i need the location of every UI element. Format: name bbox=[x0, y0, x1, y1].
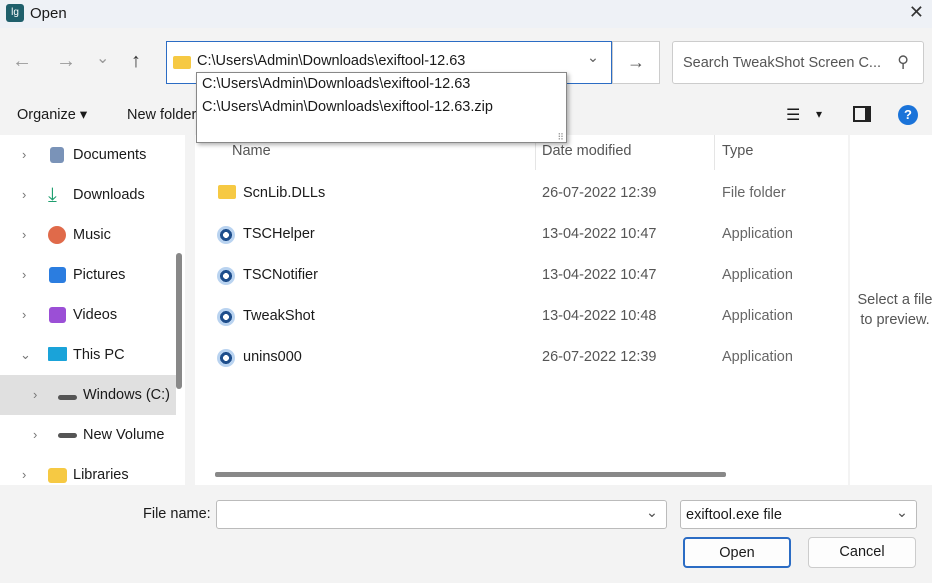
application-icon bbox=[217, 308, 235, 326]
file-row[interactable]: TweakShot 13-04-2022 10:48 Application bbox=[195, 308, 848, 349]
drive-icon bbox=[58, 433, 77, 438]
file-list: Name Date modified Type ScnLib.DLLs 26-07… bbox=[195, 135, 848, 485]
sidebar-item-videos[interactable]: › Videos bbox=[0, 295, 176, 335]
music-icon bbox=[48, 226, 66, 244]
window-title: Open bbox=[30, 5, 67, 22]
file-date: 13-04-2022 10:47 bbox=[542, 226, 657, 242]
file-type: Application bbox=[722, 349, 793, 365]
sidebar-item-pictures[interactable]: › Pictures bbox=[0, 255, 176, 295]
file-name-input[interactable]: ⌄ bbox=[216, 500, 667, 529]
sidebar-item-label: Windows (C:) bbox=[83, 387, 171, 403]
autocomplete-item[interactable]: C:\Users\Admin\Downloads\exiftool-12.63 bbox=[197, 73, 566, 96]
file-type: Application bbox=[722, 308, 793, 324]
folder-icon bbox=[173, 56, 191, 69]
file-date: 13-04-2022 10:47 bbox=[542, 267, 657, 283]
sidebar-item-music[interactable]: › Music bbox=[0, 215, 176, 255]
folder-icon bbox=[48, 468, 67, 483]
up-button[interactable]: ↑ bbox=[131, 50, 141, 73]
application-icon bbox=[217, 349, 235, 367]
sidebar-item-documents[interactable]: › Documents bbox=[0, 135, 176, 175]
file-name: TSCNotifier bbox=[243, 267, 318, 283]
help-icon[interactable]: ? bbox=[898, 105, 918, 125]
sidebar-item-new-volume[interactable]: › New Volume bbox=[0, 415, 176, 455]
downloads-icon: ⤓ bbox=[48, 184, 57, 206]
cancel-button[interactable]: Cancel bbox=[808, 537, 916, 568]
sidebar-item-label: Libraries bbox=[73, 467, 129, 483]
search-box[interactable]: Search TweakShot Screen C... ⚲ bbox=[672, 41, 924, 84]
folder-icon bbox=[218, 185, 236, 199]
search-input[interactable]: Search TweakShot Screen C... bbox=[683, 55, 881, 71]
drive-icon bbox=[58, 395, 77, 400]
computer-icon bbox=[48, 347, 67, 361]
pictures-icon bbox=[49, 267, 66, 283]
preview-pane: Select a file to preview. bbox=[850, 135, 932, 485]
preview-message: Select a file to preview. bbox=[857, 292, 932, 328]
new-folder-button[interactable]: New folder bbox=[127, 107, 197, 123]
address-dropdown-icon[interactable]: ⌄ bbox=[587, 50, 599, 66]
preview-pane-icon[interactable] bbox=[853, 106, 871, 122]
sidebar-item-label: Downloads bbox=[73, 187, 145, 203]
file-type: Application bbox=[722, 267, 793, 283]
column-header-name[interactable]: Name bbox=[232, 143, 271, 159]
sidebar-item-libraries[interactable]: › Libraries bbox=[0, 455, 176, 485]
file-name: unins000 bbox=[243, 349, 302, 365]
app-icon: lg bbox=[6, 4, 24, 22]
file-name-dropdown-icon[interactable]: ⌄ bbox=[646, 505, 658, 521]
go-button[interactable]: → bbox=[612, 41, 660, 84]
file-type: File folder bbox=[722, 185, 786, 201]
view-dropdown-icon[interactable]: ▾ bbox=[816, 107, 822, 121]
sidebar-item-label: New Volume bbox=[83, 427, 165, 443]
application-icon bbox=[217, 226, 235, 244]
organize-button[interactable]: Organize ▾ bbox=[17, 107, 87, 123]
file-type-value: exiftool.exe file bbox=[686, 507, 782, 523]
chevron-down-icon: ⌄ bbox=[895, 505, 908, 521]
file-name: ScnLib.DLLs bbox=[243, 185, 326, 201]
column-header-type[interactable]: Type bbox=[722, 143, 753, 159]
sidebar-item-label: Music bbox=[73, 227, 111, 243]
file-row[interactable]: TSCNotifier 13-04-2022 10:47 Application bbox=[195, 267, 848, 308]
file-date: 26-07-2022 12:39 bbox=[542, 185, 657, 201]
search-icon: ⚲ bbox=[897, 54, 909, 71]
close-button[interactable]: ✕ bbox=[909, 2, 924, 23]
file-row[interactable]: unins000 26-07-2022 12:39 Application bbox=[195, 349, 848, 390]
resize-grip-icon[interactable]: ⠿ bbox=[557, 133, 564, 142]
sidebar-item-downloads[interactable]: › ⤓ Downloads bbox=[0, 175, 176, 215]
navigation-pane: › Documents › ⤓ Downloads › Music › Pictures … bbox=[0, 135, 185, 485]
file-name: TweakShot bbox=[243, 308, 315, 324]
view-options-icon[interactable]: ☰ bbox=[786, 105, 800, 125]
sidebar-item-label: Videos bbox=[73, 307, 118, 323]
documents-icon bbox=[50, 147, 64, 163]
file-name-label: File name: bbox=[143, 506, 211, 522]
forward-button[interactable]: → bbox=[56, 50, 76, 73]
file-date: 26-07-2022 12:39 bbox=[542, 349, 657, 365]
file-row[interactable]: TSCHelper 13-04-2022 10:47 Application bbox=[195, 226, 848, 267]
autocomplete-item[interactable]: C:\Users\Admin\Downloads\exiftool-12.63.… bbox=[197, 96, 566, 119]
sidebar-scrollbar[interactable] bbox=[176, 253, 182, 389]
title-bar: lg Open ✕ bbox=[0, 0, 932, 28]
sidebar-item-label: This PC bbox=[73, 347, 125, 363]
sidebar-item-this-pc[interactable]: ⌄ This PC bbox=[0, 335, 176, 375]
back-button[interactable]: ← bbox=[12, 50, 32, 73]
sidebar-item-windows-c[interactable]: › Windows (C:) bbox=[0, 375, 176, 415]
file-type-select[interactable]: exiftool.exe file ⌄ bbox=[680, 500, 917, 529]
application-icon bbox=[217, 267, 235, 285]
sidebar-item-label: Pictures bbox=[73, 267, 126, 283]
file-row[interactable]: ScnLib.DLLs 26-07-2022 12:39 File folder bbox=[195, 185, 848, 226]
recent-locations-button[interactable]: ⌄ bbox=[96, 48, 109, 68]
column-divider[interactable] bbox=[714, 135, 715, 170]
open-button[interactable]: Open bbox=[683, 537, 791, 568]
autocomplete-popup: C:\Users\Admin\Downloads\exiftool-12.63 … bbox=[196, 72, 567, 143]
address-input[interactable]: C:\Users\Admin\Downloads\exiftool-12.63 bbox=[197, 53, 465, 69]
file-type: Application bbox=[722, 226, 793, 242]
column-header-date[interactable]: Date modified bbox=[542, 143, 631, 159]
videos-icon bbox=[49, 307, 66, 323]
file-date: 13-04-2022 10:48 bbox=[542, 308, 657, 324]
file-name: TSCHelper bbox=[243, 226, 315, 242]
horizontal-scrollbar[interactable] bbox=[215, 472, 726, 477]
sidebar-item-label: Documents bbox=[73, 147, 147, 163]
